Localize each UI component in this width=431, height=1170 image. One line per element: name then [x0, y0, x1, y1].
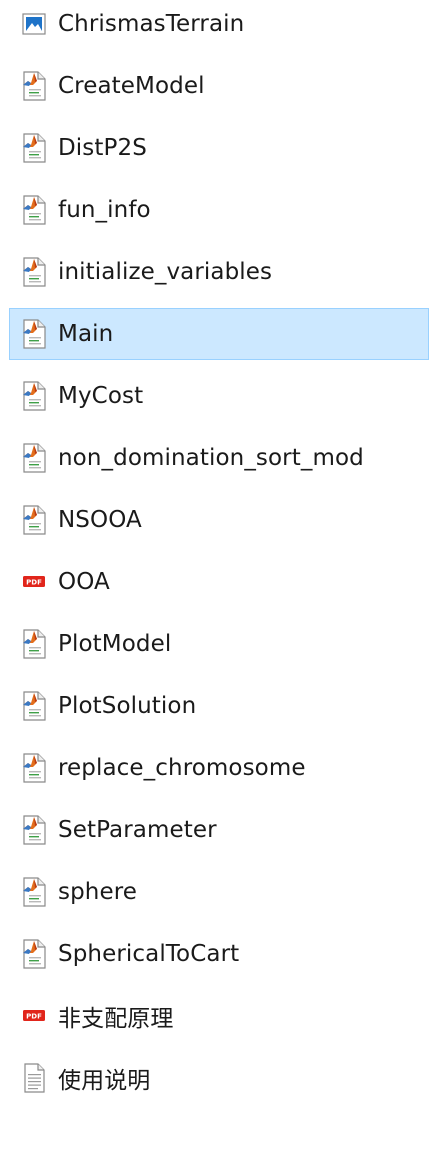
file-item[interactable]: PlotSolution: [9, 680, 429, 732]
file-item[interactable]: ChrismasTerrain: [9, 0, 429, 50]
pdf-file-icon: PDF: [20, 1001, 48, 1031]
file-item[interactable]: SetParameter: [9, 804, 429, 856]
matlab-file-icon: [20, 505, 48, 535]
file-item[interactable]: PlotModel: [9, 618, 429, 670]
file-item[interactable]: PDF OOA: [9, 556, 429, 608]
file-item[interactable]: NSOOA: [9, 494, 429, 546]
file-name: fun_info: [58, 197, 151, 223]
file-name: PlotSolution: [58, 693, 197, 719]
file-name: 使用说明: [58, 1068, 151, 1094]
matlab-file-icon: [20, 691, 48, 721]
file-name: sphere: [58, 879, 138, 905]
matlab-file-icon: [20, 319, 48, 349]
file-item[interactable]: sphere: [9, 866, 429, 918]
pdf-file-icon: PDF: [20, 567, 48, 597]
file-name: initialize_variables: [58, 259, 273, 285]
file-name: NSOOA: [58, 507, 142, 533]
file-item[interactable]: PDF 非支配原理: [9, 990, 429, 1042]
file-name: DistP2S: [58, 135, 147, 161]
matlab-file-icon: [20, 257, 48, 287]
matlab-file-icon: [20, 443, 48, 473]
svg-text:PDF: PDF: [26, 1013, 42, 1021]
file-name: 非支配原理: [58, 1006, 174, 1032]
file-name: SphericalToCart: [58, 941, 240, 967]
file-item[interactable]: replace_chromosome: [9, 742, 429, 794]
file-name: SetParameter: [58, 817, 217, 843]
matlab-file-icon: [20, 877, 48, 907]
matlab-file-icon: [20, 939, 48, 969]
matlab-file-icon: [20, 71, 48, 101]
matlab-file-icon: [20, 195, 48, 225]
file-name: PlotModel: [58, 631, 172, 657]
file-name: ChrismasTerrain: [58, 11, 245, 37]
file-item[interactable]: SphericalToCart: [9, 928, 429, 980]
matlab-file-icon: [20, 815, 48, 845]
file-name: OOA: [58, 569, 110, 595]
file-name: Main: [58, 321, 114, 347]
file-item[interactable]: non_domination_sort_mod: [9, 432, 429, 484]
file-item[interactable]: 使用说明: [9, 1052, 429, 1104]
text-file-icon: [20, 1063, 48, 1093]
file-item[interactable]: initialize_variables: [9, 246, 429, 298]
file-name: replace_chromosome: [58, 755, 306, 781]
file-item[interactable]: fun_info: [9, 184, 429, 236]
svg-text:PDF: PDF: [26, 579, 42, 587]
matlab-file-icon: [20, 381, 48, 411]
matlab-file-icon: [20, 629, 48, 659]
file-item[interactable]: DistP2S: [9, 122, 429, 174]
matlab-file-icon: [20, 133, 48, 163]
file-name: MyCost: [58, 383, 144, 409]
file-item[interactable]: CreateModel: [9, 60, 429, 112]
file-item[interactable]: Main: [9, 308, 429, 360]
file-name: non_domination_sort_mod: [58, 445, 364, 471]
matlab-file-icon: [20, 753, 48, 783]
file-name: CreateModel: [58, 73, 205, 99]
file-item[interactable]: MyCost: [9, 370, 429, 422]
image-file-icon: [20, 9, 48, 39]
